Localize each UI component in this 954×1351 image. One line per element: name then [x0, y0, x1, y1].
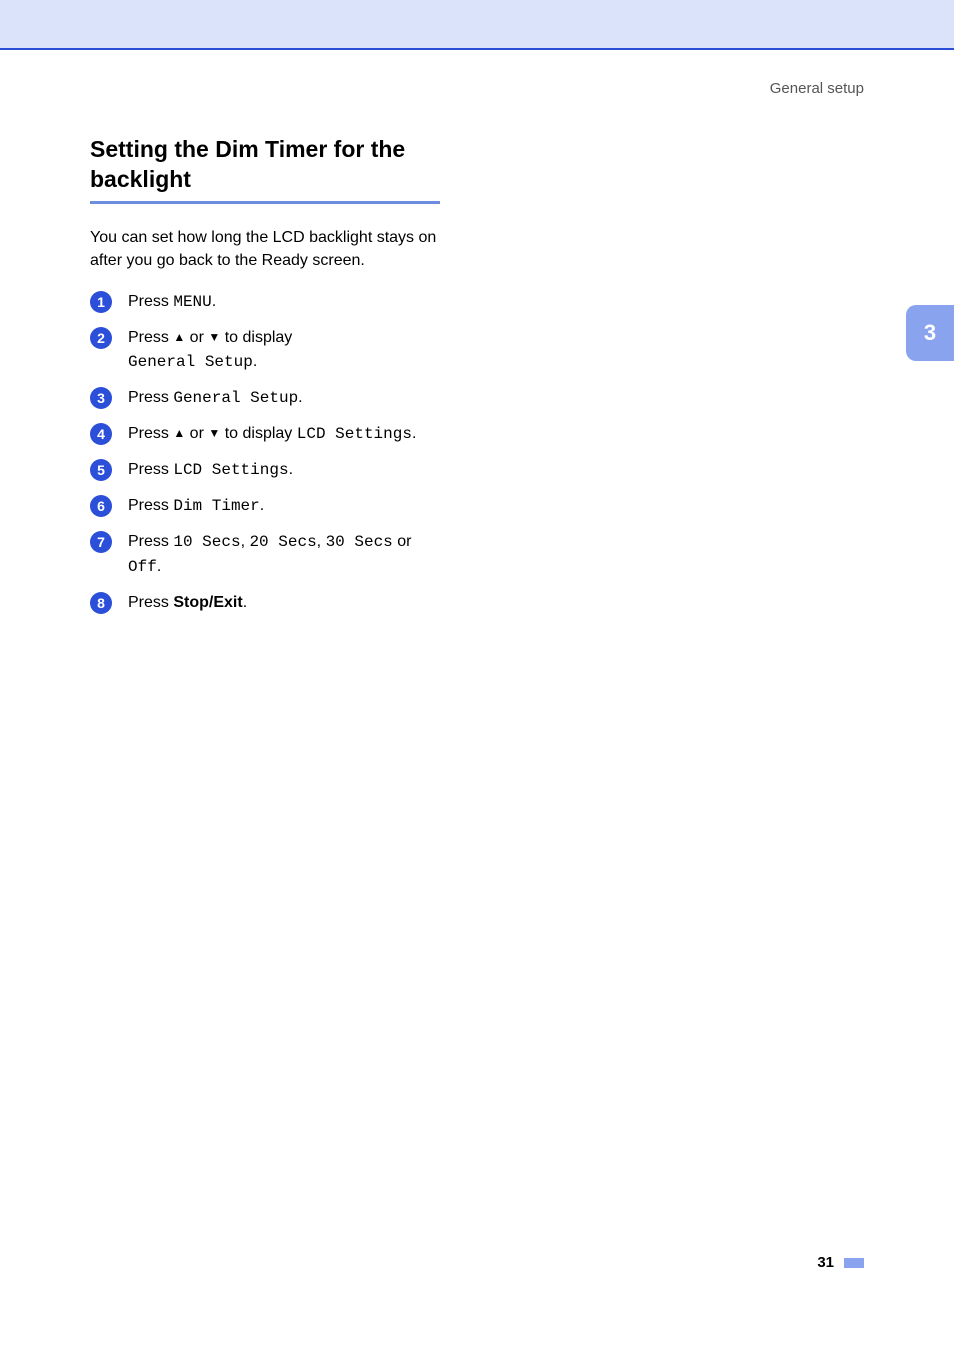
step-text: Press [128, 497, 173, 514]
step-badge-icon: 3 [90, 387, 112, 409]
step-text: or [185, 329, 208, 346]
menu-keyword: 20 Secs [249, 533, 316, 551]
menu-keyword: Off [128, 558, 157, 576]
step-text: . [298, 389, 302, 406]
menu-keyword: 10 Secs [173, 533, 240, 551]
step-5: 5 Press LCD Settings. [90, 458, 460, 482]
page-top-band [0, 0, 954, 48]
page-footer: 31 [817, 1254, 864, 1271]
down-arrow-icon: ▼ [208, 330, 220, 344]
step-text: . [243, 594, 247, 611]
step-text: Press [128, 329, 173, 346]
up-arrow-icon: ▲ [173, 330, 185, 344]
step-text: . [289, 461, 293, 478]
step-1: 1 Press MENU. [90, 290, 460, 314]
step-body: Press LCD Settings. [128, 458, 460, 482]
title-underline [90, 201, 440, 204]
step-body: Press Dim Timer. [128, 494, 460, 518]
breadcrumb: General setup [770, 80, 864, 97]
up-arrow-icon: ▲ [173, 426, 185, 440]
step-text: Press [128, 594, 173, 611]
menu-keyword: MENU [173, 293, 211, 311]
step-badge-icon: 8 [90, 592, 112, 614]
step-text: to display [220, 329, 292, 346]
page-top-rule [0, 48, 954, 50]
intro-paragraph: You can set how long the LCD backlight s… [90, 226, 460, 272]
step-badge-icon: 5 [90, 459, 112, 481]
step-body: Press MENU. [128, 290, 460, 314]
step-text: or [393, 533, 412, 550]
step-2: 2 Press ▲ or ▼ to display General Setup. [90, 326, 460, 373]
step-text: Press [128, 425, 173, 442]
menu-keyword: General Setup [128, 353, 253, 371]
menu-keyword: General Setup [173, 389, 298, 407]
step-text: . [253, 353, 257, 370]
step-text: Press [128, 293, 173, 310]
step-text: to display [220, 425, 296, 442]
menu-keyword: 30 Secs [326, 533, 393, 551]
step-8: 8 Press Stop/Exit. [90, 591, 460, 614]
step-body: Press General Setup. [128, 386, 460, 410]
main-content: Setting the Dim Timer for the backlight … [90, 135, 460, 626]
stop-exit-keyword: Stop/Exit [173, 594, 242, 611]
step-text: Press [128, 461, 173, 478]
step-badge-icon: 4 [90, 423, 112, 445]
step-text: Press [128, 533, 173, 550]
menu-keyword: Dim Timer [173, 497, 259, 515]
step-body: Press ▲ or ▼ to display LCD Settings. [128, 422, 460, 446]
step-body: Press Stop/Exit. [128, 591, 460, 614]
step-text: . [412, 425, 416, 442]
step-text: . [260, 497, 264, 514]
step-4: 4 Press ▲ or ▼ to display LCD Settings. [90, 422, 460, 446]
step-body: Press 10 Secs, 20 Secs, 30 Secs or Off. [128, 530, 460, 578]
menu-keyword: LCD Settings [173, 461, 288, 479]
step-6: 6 Press Dim Timer. [90, 494, 460, 518]
step-7: 7 Press 10 Secs, 20 Secs, 30 Secs or Off… [90, 530, 460, 578]
step-body: Press ▲ or ▼ to display General Setup. [128, 326, 460, 373]
step-3: 3 Press General Setup. [90, 386, 460, 410]
section-title: Setting the Dim Timer for the backlight [90, 135, 460, 195]
step-text: Press [128, 389, 173, 406]
step-text: , [317, 533, 326, 550]
step-text: . [157, 558, 161, 575]
page-number: 31 [817, 1254, 834, 1271]
step-badge-icon: 7 [90, 531, 112, 553]
menu-keyword: LCD Settings [297, 425, 412, 443]
chapter-tab: 3 [906, 305, 954, 361]
step-badge-icon: 1 [90, 291, 112, 313]
down-arrow-icon: ▼ [208, 426, 220, 440]
step-badge-icon: 6 [90, 495, 112, 517]
step-text: . [212, 293, 216, 310]
step-badge-icon: 2 [90, 327, 112, 349]
step-text: or [185, 425, 208, 442]
page-corner-mark-icon [844, 1258, 864, 1268]
